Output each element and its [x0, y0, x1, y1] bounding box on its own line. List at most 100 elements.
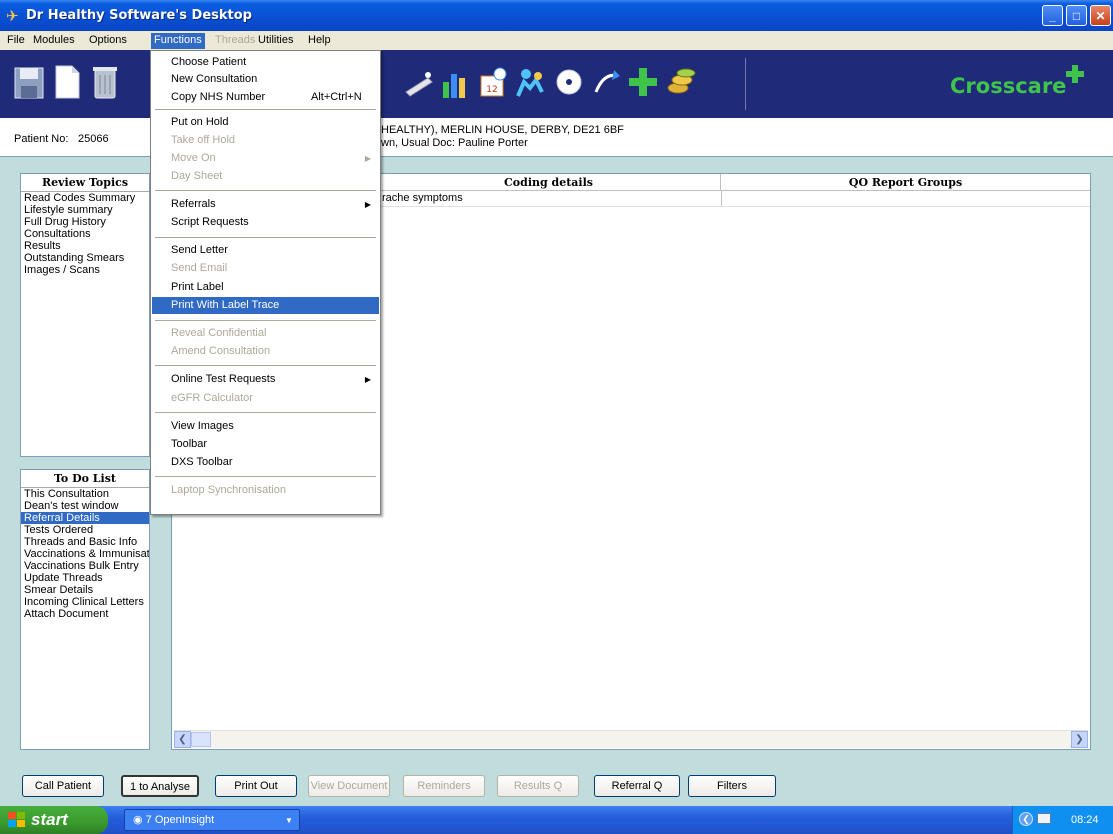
menu-item-label: eGFR Calculator — [171, 392, 253, 404]
close-button[interactable]: ✕ — [1090, 5, 1111, 26]
todo-header: To Do List — [21, 470, 149, 488]
list-item[interactable]: Read Codes Summary — [21, 192, 149, 204]
grid-column-coding-details[interactable]: Coding details — [377, 174, 721, 191]
menu-help[interactable]: Help — [305, 33, 334, 49]
list-item[interactable]: Smear Details — [21, 584, 149, 596]
svg-text:12: 12 — [486, 85, 497, 95]
arrow-icon[interactable] — [590, 62, 624, 102]
menu-item[interactable]: Reveal Confidential — [152, 325, 379, 342]
list-item[interactable]: Attach Document — [21, 608, 149, 620]
list-item[interactable]: Update Threads — [21, 572, 149, 584]
patient-number-label: Patient No: — [14, 133, 69, 145]
referral-q-button[interactable]: Referral Q — [594, 775, 680, 797]
start-button[interactable]: start — [0, 806, 108, 834]
list-item[interactable]: Dean's test window — [21, 500, 149, 512]
grid-column-qo-report-groups[interactable]: QO Report Groups — [721, 174, 1090, 191]
view-document-button[interactable]: View Document — [308, 775, 390, 797]
plus-logo-icon — [1066, 65, 1085, 83]
menu-separator — [155, 412, 376, 413]
network-icon[interactable] — [1037, 813, 1051, 824]
menu-threads[interactable]: Threads — [212, 33, 258, 49]
menu-item[interactable]: Copy NHS Number Alt+Ctrl+N — [152, 89, 379, 106]
people-icon[interactable] — [514, 62, 548, 102]
chevron-down-icon: ▼ — [285, 816, 293, 825]
menu-functions[interactable]: Functions — [151, 33, 205, 49]
print-out-button[interactable]: Print Out — [215, 775, 297, 797]
menu-separator — [155, 476, 376, 477]
list-item[interactable]: Lifestyle summary — [21, 204, 149, 216]
tray-expand-icon[interactable]: ❮ — [1019, 812, 1033, 826]
menu-item[interactable]: New Consultation — [152, 71, 379, 88]
submenu-arrow-icon: ▶ — [364, 154, 371, 163]
menu-item-label: Move On — [171, 152, 216, 164]
reminders-button[interactable]: Reminders — [403, 775, 485, 797]
window-title: Dr Healthy Software's Desktop — [26, 8, 252, 23]
list-item[interactable]: Images / Scans — [21, 264, 149, 276]
list-item[interactable]: Referral Details — [21, 512, 149, 524]
title-bar[interactable]: ✈ Dr Healthy Software's Desktop _ □ ✕ — [0, 0, 1113, 31]
chart-icon[interactable] — [438, 62, 472, 102]
menu-item[interactable]: Print Label — [152, 279, 379, 296]
minimize-button[interactable]: _ — [1042, 5, 1063, 26]
menu-item[interactable]: Referrals ▶ — [152, 196, 379, 213]
list-item[interactable]: Outstanding Smears — [21, 252, 149, 264]
menu-item-label: Send Email — [171, 262, 228, 274]
coins-icon[interactable] — [664, 62, 698, 102]
menu-item[interactable]: Move On ▶ — [152, 150, 379, 167]
menu-item[interactable]: Script Requests — [152, 214, 379, 231]
menu-separator — [155, 109, 376, 110]
new-document-icon[interactable] — [50, 62, 84, 102]
disc-icon[interactable] — [552, 62, 586, 102]
list-item[interactable]: Consultations — [21, 228, 149, 240]
list-item[interactable]: Threads and Basic Info — [21, 536, 149, 548]
menu-utilities[interactable]: Utilities — [255, 33, 296, 49]
menu-item-label: Send Letter — [171, 244, 228, 256]
results-q-button[interactable]: Results Q — [497, 775, 579, 797]
menu-item-label: Laptop Synchronisation — [171, 484, 286, 496]
taskbar-item-openinsight[interactable]: ◉ 7 OpenInsight ▼ — [124, 809, 300, 831]
todo-panel: To Do List This Consultation Dean's test … — [20, 469, 150, 750]
scroll-thumb[interactable] — [191, 732, 211, 747]
menu-item[interactable]: Choose Patient — [152, 54, 379, 71]
menu-item[interactable]: Laptop Synchronisation — [152, 482, 379, 499]
menu-file[interactable]: File — [4, 33, 28, 49]
brand-text: Crosscare — [950, 74, 1067, 98]
menu-item[interactable]: Put on Hold — [152, 114, 379, 131]
wand-icon[interactable] — [402, 62, 436, 102]
save-icon[interactable] — [12, 62, 46, 102]
menu-item[interactable]: Online Test Requests ▶ — [152, 371, 379, 388]
menu-item[interactable]: Send Email — [152, 260, 379, 277]
menu-modules[interactable]: Modules — [30, 33, 78, 49]
menu-options[interactable]: Options — [86, 33, 130, 49]
list-item[interactable]: Vaccinations & Immunisations — [21, 548, 149, 560]
call-patient-button[interactable]: Call Patient — [22, 775, 104, 797]
menu-item[interactable]: Print With Label Trace — [152, 297, 379, 314]
patient-address: HEALTHY), MERLIN HOUSE, DERBY, DE21 6BF — [381, 124, 624, 136]
to-analyse-button[interactable]: 1 to Analyse — [121, 775, 199, 797]
menu-item-label: Print Label — [171, 281, 224, 293]
menu-item[interactable]: View Images — [152, 418, 379, 435]
maximize-button[interactable]: □ — [1066, 5, 1087, 26]
menu-item[interactable]: Send Letter — [152, 242, 379, 259]
list-item[interactable]: Incoming Clinical Letters — [21, 596, 149, 608]
filters-button[interactable]: Filters — [688, 775, 776, 797]
menu-item[interactable]: Toolbar — [152, 436, 379, 453]
menu-item[interactable]: DXS Toolbar — [152, 454, 379, 471]
menu-item[interactable]: Take off Hold — [152, 132, 379, 149]
scroll-right-icon[interactable]: ❯ — [1071, 731, 1088, 748]
trash-icon[interactable] — [88, 62, 122, 102]
list-item[interactable]: Vaccinations Bulk Entry — [21, 560, 149, 572]
add-icon[interactable] — [626, 62, 660, 102]
horizontal-scrollbar[interactable]: ❮ ❯ — [174, 730, 1088, 748]
list-item[interactable]: Tests Ordered — [21, 524, 149, 536]
menu-item[interactable]: eGFR Calculator — [152, 390, 379, 407]
list-item[interactable]: Results — [21, 240, 149, 252]
list-item[interactable]: Full Drug History — [21, 216, 149, 228]
calendar-icon[interactable]: 12 — [476, 62, 510, 102]
list-item[interactable]: This Consultation — [21, 488, 149, 500]
menu-item[interactable]: Day Sheet — [152, 168, 379, 185]
menu-item[interactable]: Amend Consultation — [152, 343, 379, 360]
menu-item-label: Referrals — [171, 198, 216, 210]
menu-item-label: Print With Label Trace — [171, 299, 280, 311]
scroll-left-icon[interactable]: ❮ — [174, 731, 191, 748]
